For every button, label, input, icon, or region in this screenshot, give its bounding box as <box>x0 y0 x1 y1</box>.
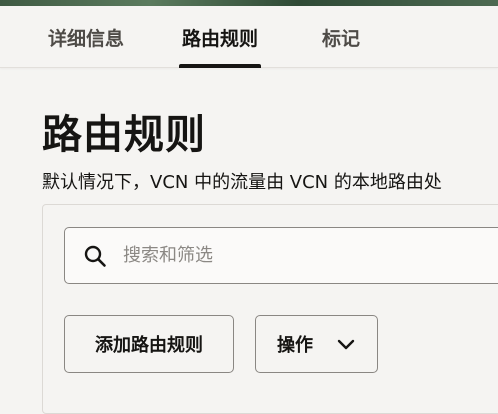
add-route-rule-label: 添加路由规则 <box>95 335 203 356</box>
search-box[interactable] <box>64 227 498 284</box>
search-input[interactable] <box>123 228 498 283</box>
tab-details[interactable]: 详细信息 <box>48 6 124 68</box>
tab-bar: 详细信息 路由规则 标记 <box>0 6 498 68</box>
actions-label: 操作 <box>277 335 313 356</box>
page-title: 路由规则 <box>42 112 206 158</box>
tab-route-rules[interactable]: 路由规则 <box>178 6 262 68</box>
tab-tags[interactable]: 标记 <box>322 6 360 68</box>
add-route-rule-button[interactable]: 添加路由规则 <box>64 315 234 373</box>
search-icon <box>84 245 106 267</box>
actions-menu-button[interactable]: 操作 <box>255 315 378 373</box>
chevron-down-icon <box>337 339 355 350</box>
page-description: 默认情况下，VCN 中的流量由 VCN 的本地路由处 <box>42 172 442 193</box>
